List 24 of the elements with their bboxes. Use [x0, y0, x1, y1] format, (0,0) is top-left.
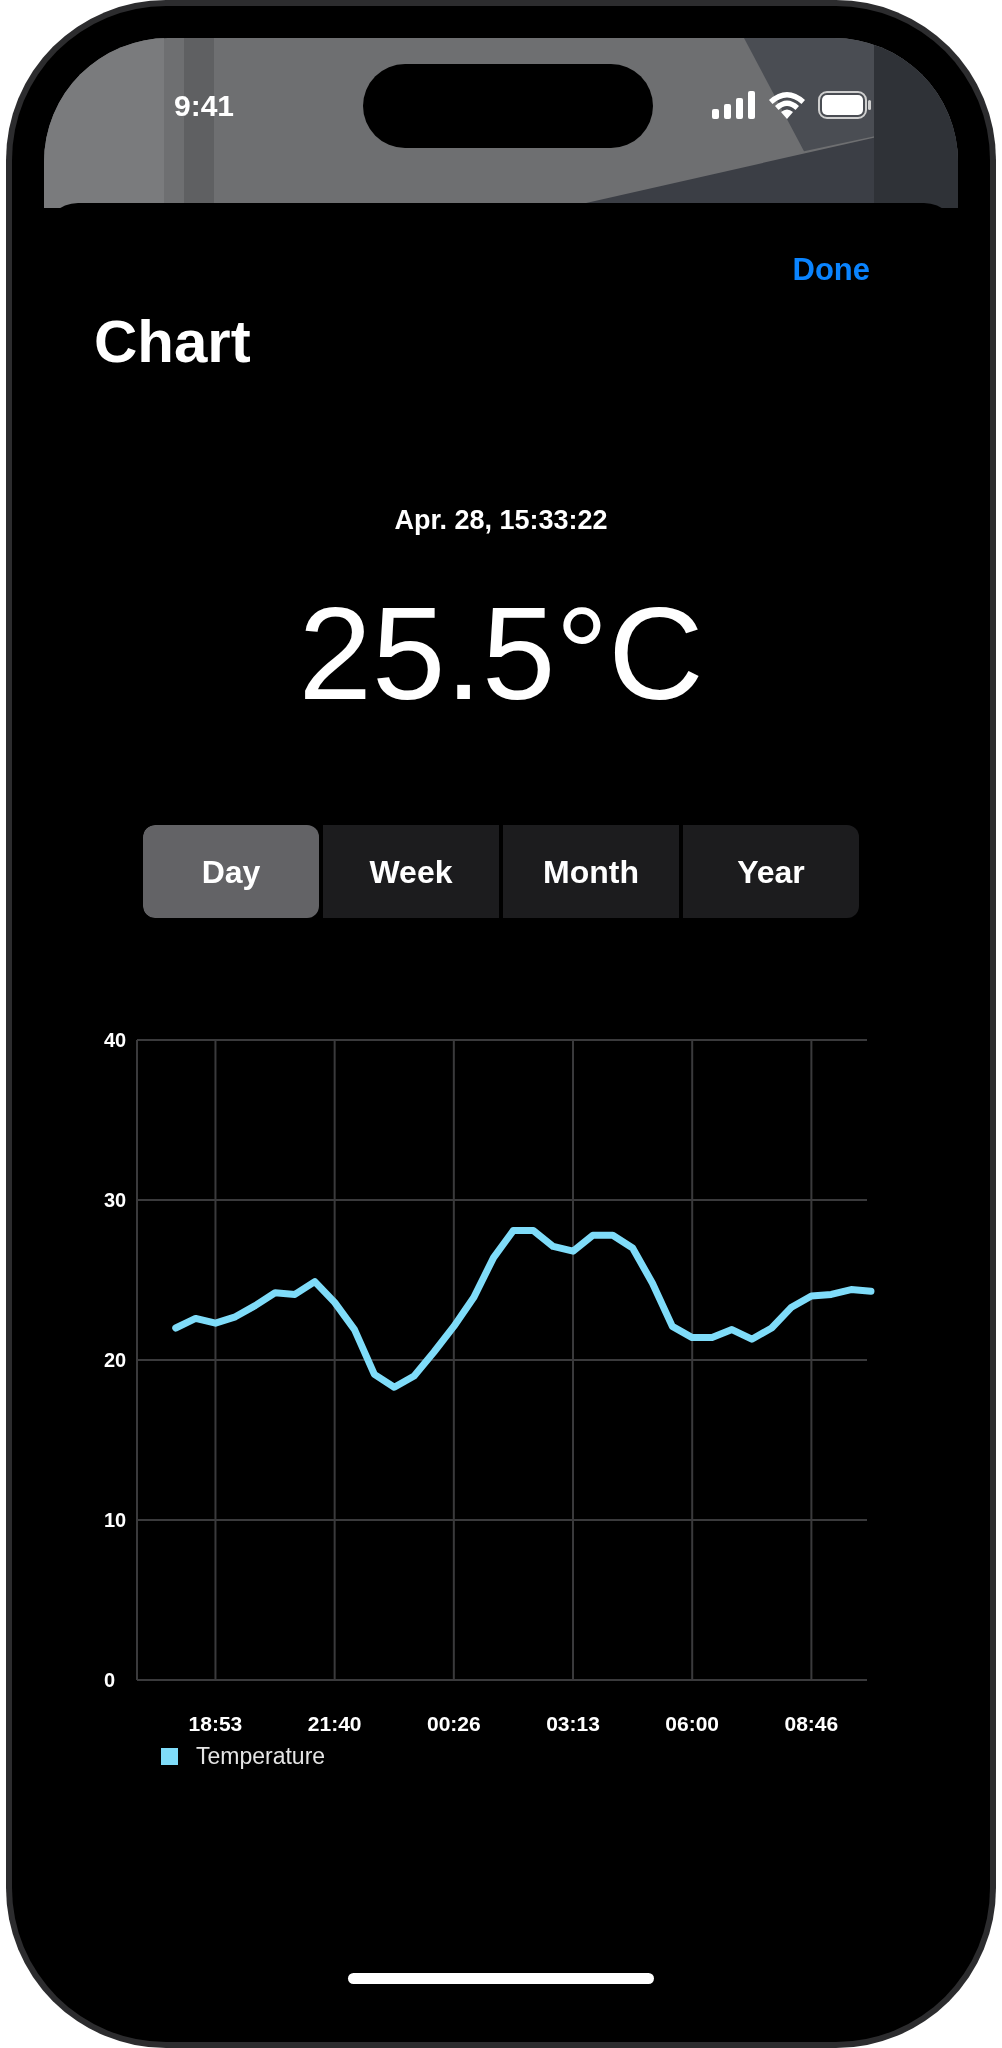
axis-label: 08:46 [784, 1712, 839, 1735]
legend-label: Temperature [196, 1742, 326, 1771]
done-button[interactable]: Done [792, 247, 870, 294]
axis-label: 06:00 [665, 1712, 720, 1735]
status-time: 9:41 [174, 88, 235, 124]
temperature-reading: 25.5°C [298, 588, 704, 720]
signal-icon [712, 91, 756, 119]
axis-label: 10 [104, 1509, 127, 1531]
axis-label: 21:40 [307, 1712, 362, 1735]
axis-label: 18:53 [188, 1712, 243, 1735]
range-tab[interactable]: Week [323, 825, 499, 918]
range-tab[interactable]: Day [143, 825, 319, 918]
range-tab[interactable]: Month [503, 825, 679, 918]
reading-timestamp: Apr. 28, 15:33:22 [394, 503, 608, 537]
range-tab[interactable]: Year [683, 825, 859, 918]
axis-label: 40 [104, 1029, 127, 1051]
sheet-title: Chart [94, 311, 252, 372]
axis-label: 30 [104, 1189, 127, 1211]
axis-label: 20 [104, 1349, 127, 1371]
axis-label: 0 [104, 1669, 116, 1691]
axis-label: 03:13 [546, 1712, 600, 1735]
wifi-icon [768, 91, 806, 119]
battery-icon [818, 91, 872, 119]
axis-label: 00:26 [426, 1712, 481, 1735]
